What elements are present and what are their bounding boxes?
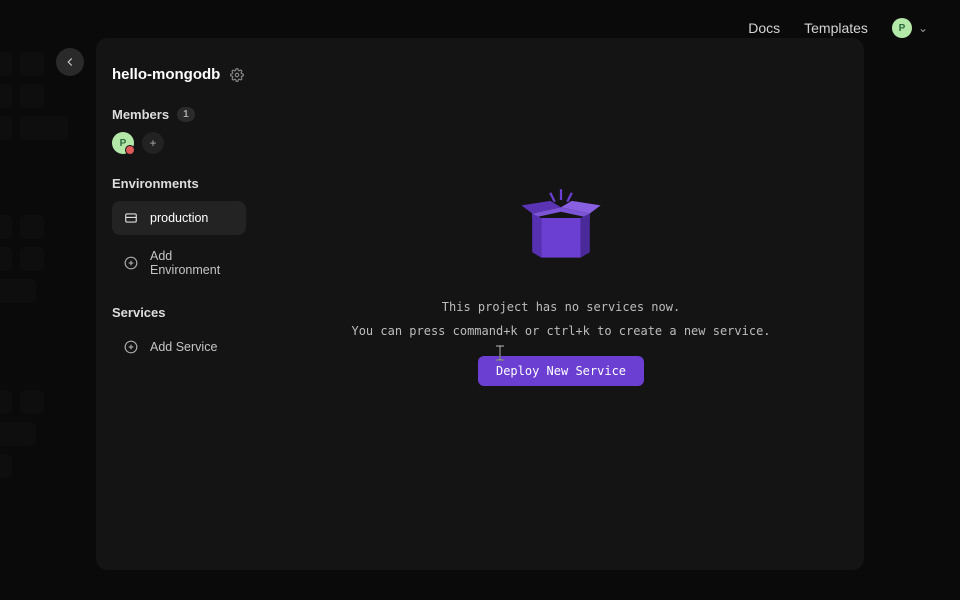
- add-environment-button[interactable]: Add Environment: [112, 239, 246, 287]
- arrow-left-icon: [63, 55, 77, 69]
- chevron-down-icon: ⌄: [918, 21, 928, 35]
- add-environment-label: Add Environment: [150, 249, 234, 277]
- templates-link[interactable]: Templates: [804, 20, 868, 36]
- back-button[interactable]: [56, 48, 84, 76]
- environments-label: Environments: [112, 176, 199, 191]
- plus-circle-icon: [124, 256, 138, 270]
- members-label: Members: [112, 107, 169, 122]
- empty-box-icon: [516, 182, 606, 272]
- user-menu[interactable]: P ⌄: [892, 18, 928, 38]
- environment-item-label: production: [150, 211, 208, 225]
- services-label: Services: [112, 305, 166, 320]
- project-settings-button[interactable]: [230, 68, 244, 82]
- main-content: This project has no services now. You ca…: [258, 38, 864, 570]
- add-member-button[interactable]: +: [142, 132, 164, 154]
- member-avatar[interactable]: P: [112, 132, 134, 154]
- environment-item-production[interactable]: production: [112, 201, 246, 235]
- add-service-button[interactable]: Add Service: [112, 330, 246, 364]
- project-title: hello-mongodb: [112, 66, 220, 83]
- plus-circle-icon: [124, 340, 138, 354]
- members-count-badge: 1: [177, 107, 195, 122]
- docs-link[interactable]: Docs: [748, 20, 780, 36]
- environment-icon: [124, 211, 138, 225]
- project-sidebar: hello-mongodb Members 1 P + Environments…: [96, 38, 258, 570]
- project-panel: hello-mongodb Members 1 P + Environments…: [96, 38, 864, 570]
- background-tiles: [0, 60, 80, 600]
- user-avatar-icon: P: [892, 18, 912, 38]
- gear-icon: [230, 68, 244, 82]
- empty-state-text-2: You can press command+k or ctrl+k to cre…: [351, 324, 770, 338]
- deploy-new-service-button[interactable]: Deploy New Service: [478, 356, 644, 386]
- plus-icon: +: [149, 136, 156, 150]
- add-service-label: Add Service: [150, 340, 217, 354]
- empty-state-text-1: This project has no services now.: [442, 300, 680, 314]
